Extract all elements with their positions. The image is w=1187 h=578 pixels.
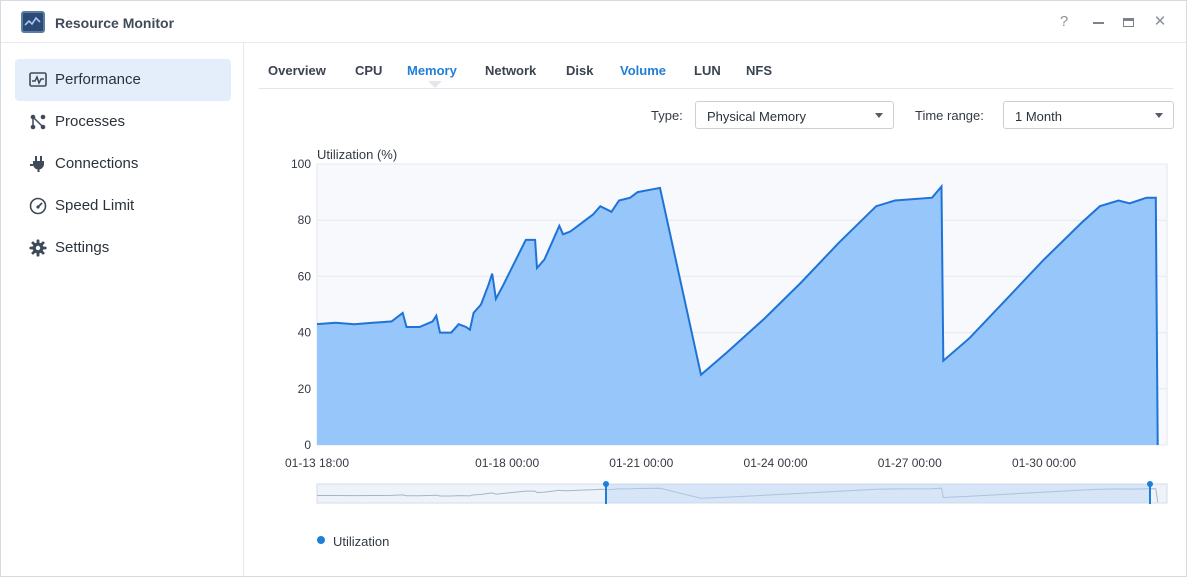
y-tick-label: 40 bbox=[298, 326, 312, 340]
legend-marker[interactable] bbox=[317, 536, 325, 544]
sidebar-item-label: Connections bbox=[55, 155, 139, 172]
navigator-end-handle-knob[interactable] bbox=[1147, 481, 1153, 487]
navigator-selection bbox=[606, 484, 1150, 503]
gear-icon bbox=[29, 239, 47, 257]
x-tick-label: 01-30 00:00 bbox=[1012, 456, 1076, 470]
sidebar-item-label: Speed Limit bbox=[55, 197, 135, 214]
help-button[interactable]: ? bbox=[1055, 13, 1073, 31]
sidebar-item-label: Settings bbox=[55, 239, 110, 256]
y-tick-label: 100 bbox=[291, 157, 311, 171]
title-bar[interactable]: Resource Monitor ? ✕ bbox=[1, 1, 1186, 43]
sidebar-item-connections[interactable]: Connections bbox=[15, 143, 231, 185]
performance-icon bbox=[29, 72, 47, 87]
sidebar: Performance Processes Connections Speed … bbox=[1, 43, 244, 578]
sidebar-item-performance[interactable]: Performance bbox=[15, 59, 231, 101]
sidebar-item-label: Performance bbox=[55, 71, 141, 88]
y-tick-label: 60 bbox=[298, 269, 312, 283]
y-tick-label: 20 bbox=[298, 382, 312, 396]
processes-icon bbox=[30, 114, 46, 130]
minimize-button[interactable] bbox=[1089, 13, 1107, 31]
x-tick-label: 01-13 18:00 bbox=[285, 456, 349, 470]
sidebar-item-processes[interactable]: Processes bbox=[15, 101, 231, 143]
x-tick-label: 01-27 00:00 bbox=[878, 456, 942, 470]
memory-utilization-chart: 0 20 40 60 80 100 01-13 18:00 01-18 00:00 01-21 … bbox=[285, 147, 1168, 504]
x-tick-label: 01-18 00:00 bbox=[475, 456, 539, 470]
x-tick-label: 01-24 00:00 bbox=[744, 456, 808, 470]
y-tick-label: 80 bbox=[298, 213, 312, 227]
maximize-button[interactable] bbox=[1119, 13, 1137, 31]
minimize-icon bbox=[1092, 22, 1104, 24]
legend-label[interactable]: Utilization bbox=[333, 534, 389, 549]
navigator-start-handle-knob[interactable] bbox=[603, 481, 609, 487]
y-axis-label: Utilization (%) bbox=[317, 147, 397, 162]
resource-monitor-window: Resource Monitor ? ✕ Performance Process… bbox=[0, 0, 1187, 578]
sidebar-item-settings[interactable]: Settings bbox=[15, 227, 231, 269]
gauge-icon bbox=[29, 197, 47, 215]
plug-icon bbox=[30, 156, 44, 172]
close-button[interactable]: ✕ bbox=[1151, 13, 1169, 31]
maximize-icon bbox=[1122, 18, 1134, 27]
resource-monitor-app-icon bbox=[21, 11, 45, 33]
sidebar-item-speed-limit[interactable]: Speed Limit bbox=[15, 185, 231, 227]
window-title: Resource Monitor bbox=[55, 15, 175, 31]
main-panel: Overview CPU Memory Network Disk Volume … bbox=[245, 43, 1187, 578]
x-tick-label: 01-21 00:00 bbox=[609, 456, 673, 470]
y-tick-label: 0 bbox=[304, 438, 311, 452]
sidebar-item-label: Processes bbox=[55, 113, 126, 130]
